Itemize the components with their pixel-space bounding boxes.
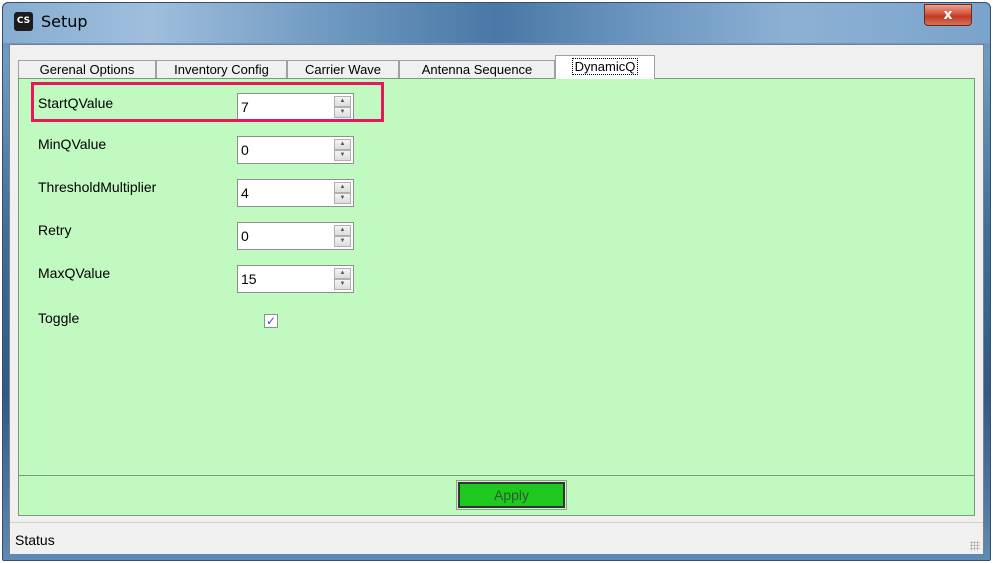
check-icon: ✓ — [265, 314, 277, 328]
spin-buttons: ▲ ▼ — [334, 225, 351, 247]
tab-dynamicq-label: DynamicQ — [571, 58, 639, 75]
app-icon: CS — [14, 12, 33, 31]
spin-up-icon[interactable]: ▲ — [334, 268, 351, 279]
threshold-multiplier-input[interactable] — [238, 180, 331, 206]
max-q-value-label: MaxQValue — [38, 265, 111, 281]
tab-carrier-wave[interactable]: Carrier Wave — [287, 60, 399, 78]
max-q-value-input[interactable] — [238, 266, 331, 292]
tab-inventory-config[interactable]: Inventory Config — [156, 60, 287, 78]
start-q-value-input[interactable] — [238, 94, 331, 120]
spin-buttons: ▲ ▼ — [334, 268, 351, 290]
spin-up-icon[interactable]: ▲ — [334, 182, 351, 193]
spin-down-icon[interactable]: ▼ — [334, 107, 351, 118]
min-q-value-input[interactable] — [238, 137, 331, 163]
title-bar[interactable]: CS Setup x — [3, 3, 990, 43]
max-q-value-stepper[interactable]: ▲ ▼ — [237, 265, 354, 293]
min-q-value-label: MinQValue — [38, 136, 107, 152]
spin-down-icon[interactable]: ▼ — [334, 236, 351, 247]
client-area: Gerenal Options Inventory Config Carrier… — [9, 44, 984, 554]
spin-up-icon[interactable]: ▲ — [334, 225, 351, 236]
threshold-multiplier-label: ThresholdMultiplier — [38, 179, 157, 195]
tab-antenna-sequence[interactable]: Antenna Sequence — [399, 60, 555, 78]
setup-window: CS Setup x Gerenal Options Inventory Con… — [2, 2, 991, 561]
resize-grip-icon[interactable] — [970, 541, 980, 551]
status-bar: Status — [10, 522, 983, 554]
toggle-checkbox[interactable]: ✓ — [264, 314, 278, 328]
spin-down-icon[interactable]: ▼ — [334, 150, 351, 161]
spin-buttons: ▲ ▼ — [334, 96, 351, 118]
retry-label: Retry — [38, 222, 72, 238]
threshold-multiplier-stepper[interactable]: ▲ ▼ — [237, 179, 354, 207]
spin-buttons: ▲ ▼ — [334, 139, 351, 161]
button-area: Apply — [18, 476, 975, 516]
window-title: Setup — [41, 12, 88, 31]
spin-down-icon[interactable]: ▼ — [334, 193, 351, 204]
toggle-label: Toggle — [38, 310, 80, 326]
spin-down-icon[interactable]: ▼ — [334, 279, 351, 290]
tab-general-options[interactable]: Gerenal Options — [18, 60, 156, 78]
spin-buttons: ▲ ▼ — [334, 182, 351, 204]
close-button[interactable]: x — [924, 4, 972, 26]
spin-up-icon[interactable]: ▲ — [334, 139, 351, 150]
start-q-value-stepper[interactable]: ▲ ▼ — [237, 93, 354, 121]
retry-input[interactable] — [238, 223, 331, 249]
apply-button[interactable]: Apply — [456, 480, 567, 510]
tab-dynamicq[interactable]: DynamicQ — [555, 55, 655, 79]
start-q-value-label: StartQValue — [38, 95, 114, 111]
dynamicq-panel: StartQValue ▲ ▼ MinQValue ▲ ▼ ThresholdM… — [18, 78, 975, 476]
spin-up-icon[interactable]: ▲ — [334, 96, 351, 107]
retry-stepper[interactable]: ▲ ▼ — [237, 222, 354, 250]
min-q-value-stepper[interactable]: ▲ ▼ — [237, 136, 354, 164]
status-text: Status — [15, 532, 55, 548]
